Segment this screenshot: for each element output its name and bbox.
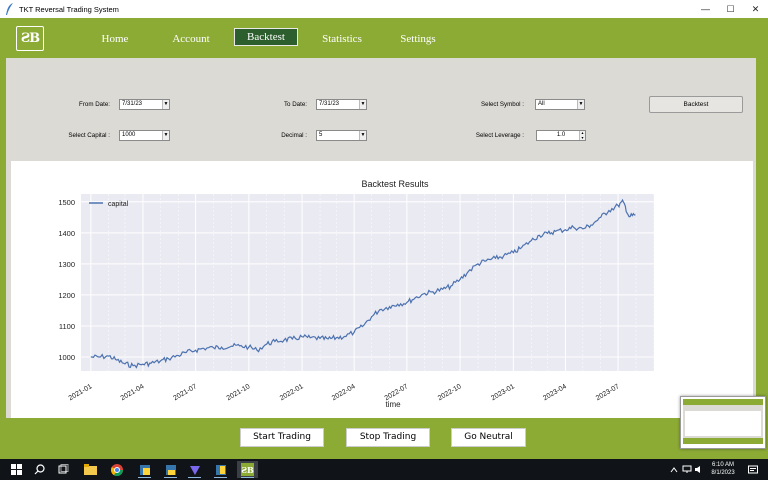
backtest-button[interactable]: Backtest [649, 96, 743, 113]
python-app-icon[interactable] [162, 461, 179, 478]
y-tick-label: 1400 [58, 229, 75, 238]
leverage-value: 1.0 [556, 132, 566, 138]
from-date-value: 7/31/23 [122, 101, 143, 107]
start-trading-button[interactable]: Start Trading [240, 428, 324, 447]
app-window: TKT Reversal Trading System — ☐ ✕ ƧB Hom… [0, 0, 768, 459]
x-tick-label: 2022-04 [331, 383, 357, 402]
decimal-value: 5 [319, 132, 323, 138]
trading-app-taskbar-icon[interactable]: ƧB [237, 461, 258, 478]
notification-icon[interactable] [744, 461, 761, 478]
y-tick-label: 1000 [58, 353, 75, 362]
y-tick-label: 1200 [58, 291, 75, 300]
nav-bar: ƧB Home Account Backtest Statistics Sett… [0, 18, 768, 58]
capital-label: Select Capital : [68, 132, 110, 139]
maximize-button[interactable]: ☐ [718, 0, 743, 18]
thumbnail-chart [685, 411, 761, 436]
symbol-select[interactable]: All ▼ [535, 99, 585, 110]
chevron-down-icon[interactable]: ▼ [162, 100, 169, 109]
capital-value: 1000 [122, 132, 136, 138]
backtest-chart: 1000 1100 1200 1300 1400 1500 2021-01 2021-04 2… [58, 179, 655, 409]
python-idle-icon[interactable] [136, 461, 153, 478]
x-tick-label: 2021-10 [226, 383, 252, 402]
chart-container: 1000 1100 1200 1300 1400 1500 2021-01 2021-04 2… [11, 161, 753, 418]
window-thumbnail-preview[interactable] [680, 396, 766, 449]
symbol-value: All [538, 101, 545, 107]
title-bar: TKT Reversal Trading System — ☐ ✕ [0, 0, 768, 18]
clock-time: 6:10 AM [711, 462, 734, 468]
symbol-label: Select Symbol : [481, 101, 524, 108]
chrome-icon[interactable] [108, 461, 125, 478]
thumbnail-footer [683, 438, 763, 444]
nav-settings[interactable]: Settings [392, 31, 444, 47]
x-tick-label: 2021-07 [172, 383, 198, 402]
x-tick-label: 2021-01 [68, 383, 94, 402]
leverage-spinbox[interactable]: 1.0 ▲ ▼ [536, 130, 586, 141]
svg-text:ƧB: ƧB [241, 465, 254, 475]
y-tick-label: 1300 [58, 260, 75, 269]
chevron-down-icon[interactable]: ▼ [577, 100, 584, 109]
to-date-label: To Date: [283, 101, 307, 108]
minimize-button[interactable]: — [693, 0, 718, 18]
y-tick-label: 1100 [59, 322, 75, 331]
x-tick-label: 2022-10 [437, 383, 463, 402]
decimal-label: Decimal : [281, 132, 307, 139]
plot-area [81, 194, 654, 371]
chevron-down-icon[interactable]: ▼ [162, 131, 169, 140]
start-windows-icon[interactable] [8, 461, 25, 478]
x-tick-label: 2023-07 [595, 383, 621, 402]
chevron-down-icon[interactable]: ▼ [359, 100, 366, 109]
to-date-picker[interactable]: 7/31/23 ▼ [316, 99, 367, 110]
legend-label: capital [108, 201, 129, 208]
close-button[interactable]: ✕ [743, 0, 768, 18]
from-date-label: From Date: [79, 101, 110, 108]
task-view-icon[interactable] [55, 461, 72, 478]
vscode-icon[interactable] [186, 461, 203, 478]
window-title: TKT Reversal Trading System [19, 4, 119, 14]
y-tick-label: 1500 [58, 198, 75, 207]
nav-home[interactable]: Home [90, 31, 140, 47]
x-tick-label: 2023-01 [490, 383, 516, 402]
python-shell-icon[interactable] [212, 461, 229, 478]
nav-account[interactable]: Account [165, 31, 217, 47]
x-tick-label: 2023-04 [542, 383, 568, 402]
leverage-label: Select Leverage : [475, 132, 524, 139]
chart-title: Backtest Results [361, 179, 429, 189]
spin-arrows-icon[interactable]: ▲ ▼ [579, 131, 585, 140]
chevron-down-icon[interactable]: ▼ [359, 131, 366, 140]
decimal-select[interactable]: 5 ▼ [316, 130, 367, 141]
capital-select[interactable]: 1000 ▼ [119, 130, 170, 141]
nav-statistics[interactable]: Statistics [314, 31, 370, 47]
to-date-value: 7/31/23 [319, 101, 340, 107]
go-neutral-button[interactable]: Go Neutral [451, 428, 526, 447]
backtest-panel: From Date: 7/31/23 ▼ To Date: 7/31/23 ▼ … [6, 58, 756, 418]
action-bar: Start Trading Stop Trading Go Neutral [0, 418, 768, 459]
clock-date: 8/1/2023 [711, 470, 735, 476]
nav-backtest[interactable]: Backtest [234, 28, 298, 46]
from-date-picker[interactable]: 7/31/23 ▼ [119, 99, 170, 110]
search-icon[interactable] [31, 461, 48, 478]
x-tick-label: 2022-01 [279, 383, 305, 402]
system-clock[interactable]: 6:10 AM 8/1/2023 [703, 461, 743, 477]
taskbar: ƧB 6:10 AM 8/1/2023 [0, 459, 768, 480]
x-tick-label: 2021-04 [120, 383, 146, 402]
file-explorer-icon[interactable] [82, 461, 99, 478]
stop-trading-button[interactable]: Stop Trading [346, 428, 430, 447]
feather-icon [6, 3, 13, 15]
app-logo: ƧB [16, 26, 44, 51]
x-axis-label: time [385, 400, 401, 409]
